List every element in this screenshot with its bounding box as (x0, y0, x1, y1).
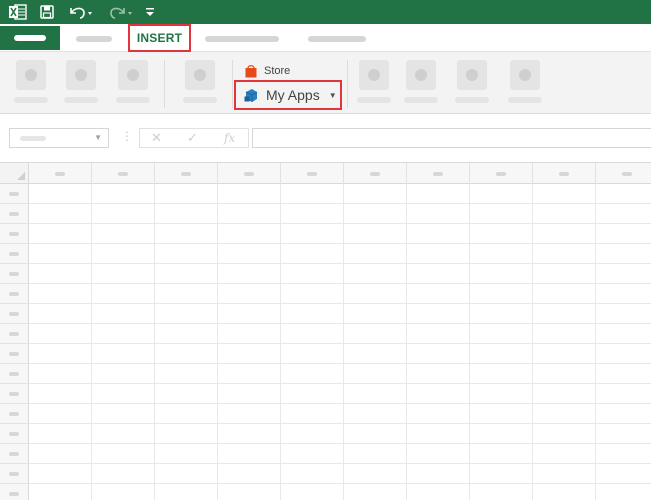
grid-line (217, 184, 218, 500)
grid-line (343, 184, 344, 500)
row-header[interactable] (0, 264, 29, 284)
ribbon-separator (232, 60, 233, 108)
undo-icon[interactable] (66, 3, 96, 21)
ribbon-button[interactable] (455, 60, 489, 110)
column-header[interactable] (218, 163, 281, 184)
formula-bar: ▼ ⋮ ✕ ✓ fx (0, 115, 651, 160)
ribbon-button[interactable] (404, 60, 438, 110)
column-header[interactable] (533, 163, 596, 184)
my-apps-label: My Apps (266, 87, 320, 103)
ribbon-tabs: INSERT (0, 24, 651, 52)
column-header[interactable] (596, 163, 651, 184)
grid-line (469, 184, 470, 500)
store-label: Store (264, 65, 291, 77)
grid-line (29, 383, 651, 384)
my-apps-button[interactable]: My Apps ▼ (234, 80, 342, 110)
grid-line (154, 184, 155, 500)
spreadsheet-grid[interactable] (0, 162, 651, 500)
grid-line (29, 323, 651, 324)
tab-insert-label: INSERT (136, 31, 183, 45)
cancel-icon[interactable]: ✕ (151, 130, 162, 146)
column-header[interactable] (281, 163, 344, 184)
ribbon-button[interactable] (14, 60, 48, 110)
grid-line (532, 184, 533, 500)
select-all-corner[interactable] (0, 163, 29, 184)
row-header[interactable] (0, 344, 29, 364)
column-header[interactable] (407, 163, 470, 184)
tab-insert[interactable]: INSERT (128, 24, 191, 52)
grid-line (595, 184, 596, 500)
grid-line (29, 263, 651, 264)
column-header[interactable] (29, 163, 92, 184)
row-header[interactable] (0, 404, 29, 424)
grid-line (29, 423, 651, 424)
row-header[interactable] (0, 364, 29, 384)
grid-line (29, 223, 651, 224)
name-box[interactable]: ▼ (9, 128, 109, 148)
row-header[interactable] (0, 484, 29, 500)
ribbon-button[interactable] (116, 60, 150, 110)
more-icon[interactable]: ⋮ (121, 129, 133, 143)
column-header[interactable] (470, 163, 533, 184)
row-header[interactable] (0, 384, 29, 404)
tab-file[interactable] (0, 26, 60, 50)
row-header[interactable] (0, 444, 29, 464)
redo-icon[interactable] (106, 3, 136, 21)
tab-home[interactable] (76, 36, 112, 42)
ribbon-separator (347, 60, 348, 108)
ribbon-button[interactable] (357, 60, 391, 110)
grid-line (29, 483, 651, 484)
grid-line (29, 403, 651, 404)
column-header[interactable] (344, 163, 407, 184)
row-header[interactable] (0, 464, 29, 484)
row-header[interactable] (0, 204, 29, 224)
ribbon-insert-panel: Store My Apps ▼ (0, 52, 651, 114)
row-header[interactable] (0, 224, 29, 244)
row-header[interactable] (0, 304, 29, 324)
row-header[interactable] (0, 284, 29, 304)
grid-line (29, 463, 651, 464)
row-header[interactable] (0, 324, 29, 344)
ribbon-button[interactable] (508, 60, 542, 110)
save-icon[interactable] (38, 3, 56, 21)
grid-line (29, 363, 651, 364)
grid-line (280, 184, 281, 500)
formula-buttons: ✕ ✓ fx (139, 128, 249, 148)
grid-line (29, 203, 651, 204)
store-button[interactable]: Store (244, 63, 290, 79)
grid-line (29, 283, 651, 284)
ribbon-button[interactable] (183, 60, 217, 110)
chevron-down-icon[interactable]: ▼ (94, 133, 102, 142)
title-bar (0, 0, 651, 24)
tab-page-layout[interactable] (205, 36, 279, 42)
my-apps-icon (244, 88, 258, 102)
ribbon-button[interactable] (64, 60, 98, 110)
grid-line (29, 443, 651, 444)
column-header[interactable] (92, 163, 155, 184)
chevron-down-icon: ▼ (328, 90, 337, 100)
grid-line (29, 343, 651, 344)
tab-formulas[interactable] (308, 36, 366, 42)
grid-line (29, 303, 651, 304)
insert-function-icon[interactable]: fx (224, 131, 235, 145)
formula-input[interactable] (252, 128, 651, 148)
excel-logo-icon (8, 3, 28, 21)
customize-toolbar-icon[interactable] (144, 3, 156, 21)
row-header[interactable] (0, 184, 29, 204)
row-header[interactable] (0, 424, 29, 444)
grid-line (29, 243, 651, 244)
row-header[interactable] (0, 244, 29, 264)
grid-line (91, 184, 92, 500)
grid-line (406, 184, 407, 500)
store-bag-icon (245, 65, 257, 78)
confirm-icon[interactable]: ✓ (187, 130, 198, 146)
ribbon-separator (164, 60, 165, 108)
column-header[interactable] (155, 163, 218, 184)
